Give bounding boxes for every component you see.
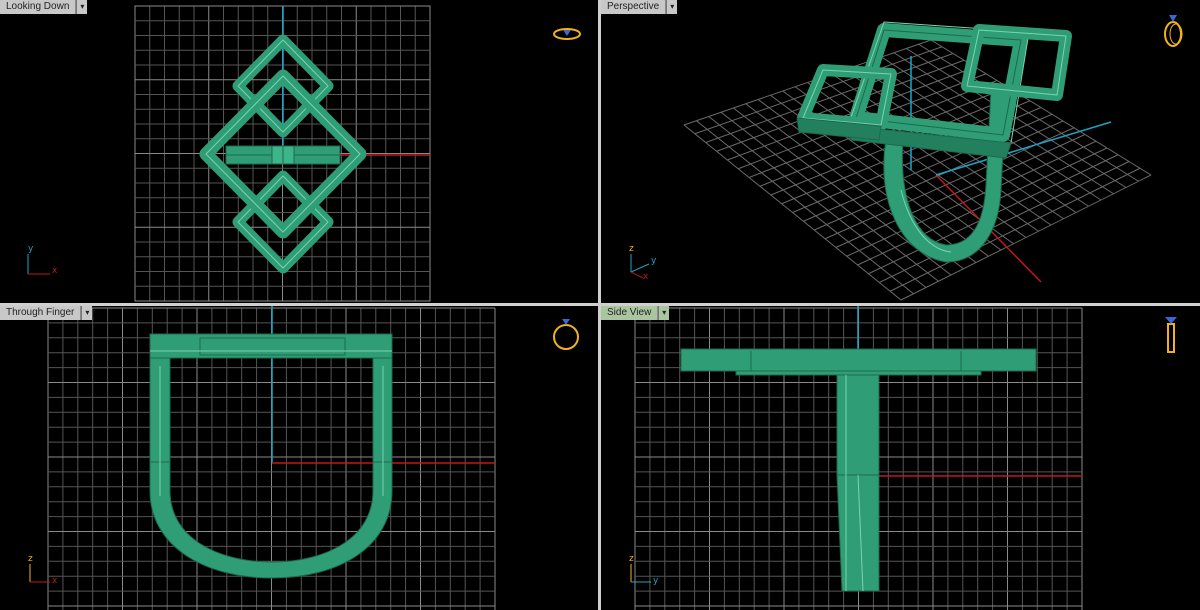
viewport-divider-horizontal[interactable] [0,303,1200,306]
perspective-grid [683,39,1152,301]
grid-line [889,167,1141,292]
ring-perspective-icon[interactable] [1161,12,1187,48]
axis-label-z: z [629,554,634,564]
chevron-down-icon[interactable]: ▾ [658,306,670,320]
viewport-perspective[interactable]: Perspective ▾ z y x [601,0,1200,303]
axis-indicator: z x [22,550,62,590]
viewport-label-through-finger[interactable]: Through Finger ▾ [0,306,93,320]
axis-indicator: y x [22,244,62,284]
perspective-scene [683,21,1152,301]
axis-label-x: x [643,272,649,282]
viewport-title[interactable]: Through Finger [0,306,82,320]
axis-indicator: z y [623,550,663,590]
viewport-side-view[interactable]: Side View ▾ z y [601,306,1200,610]
ring-side-model [680,348,1037,592]
axis-indicator: z y x [623,244,663,284]
viewport-label-perspective[interactable]: Perspective ▾ [601,0,678,14]
ring-top-model [199,34,367,274]
axis-label-x: x [52,576,58,586]
viewport-title[interactable]: Perspective [601,0,667,14]
side-view-scene [634,306,1083,610]
viewport-title[interactable]: Side View [601,306,659,320]
ring-perspective-model [796,21,1072,263]
looking-down-scene [134,5,431,302]
ring-side-icon[interactable] [1161,314,1181,354]
axis-label-y: y [653,576,659,586]
grid-line [918,43,1139,182]
viewport-through-finger[interactable]: Through Finger ▾ z x [0,306,598,610]
viewport-title[interactable]: Looking Down [0,0,77,14]
chevron-down-icon[interactable]: ▾ [76,0,88,14]
axis-label-x: x [52,266,58,276]
axis-label-y: y [651,256,657,266]
axis-label-z: z [629,244,634,254]
chevron-down-icon[interactable]: ▾ [666,0,678,14]
viewport-label-looking-down[interactable]: Looking Down ▾ [0,0,88,14]
chevron-down-icon[interactable]: ▾ [81,306,93,320]
through-finger-scene [47,306,496,610]
grid-line [879,161,1130,283]
ring-front-icon[interactable] [551,316,581,352]
axis-label-z: z [28,554,33,564]
viewport-label-side-view[interactable]: Side View ▾ [601,306,670,320]
ring-top-icon[interactable] [552,24,582,44]
viewport-looking-down[interactable]: Looking Down ▾ y x [0,0,598,303]
axis-label-y: y [28,244,34,254]
